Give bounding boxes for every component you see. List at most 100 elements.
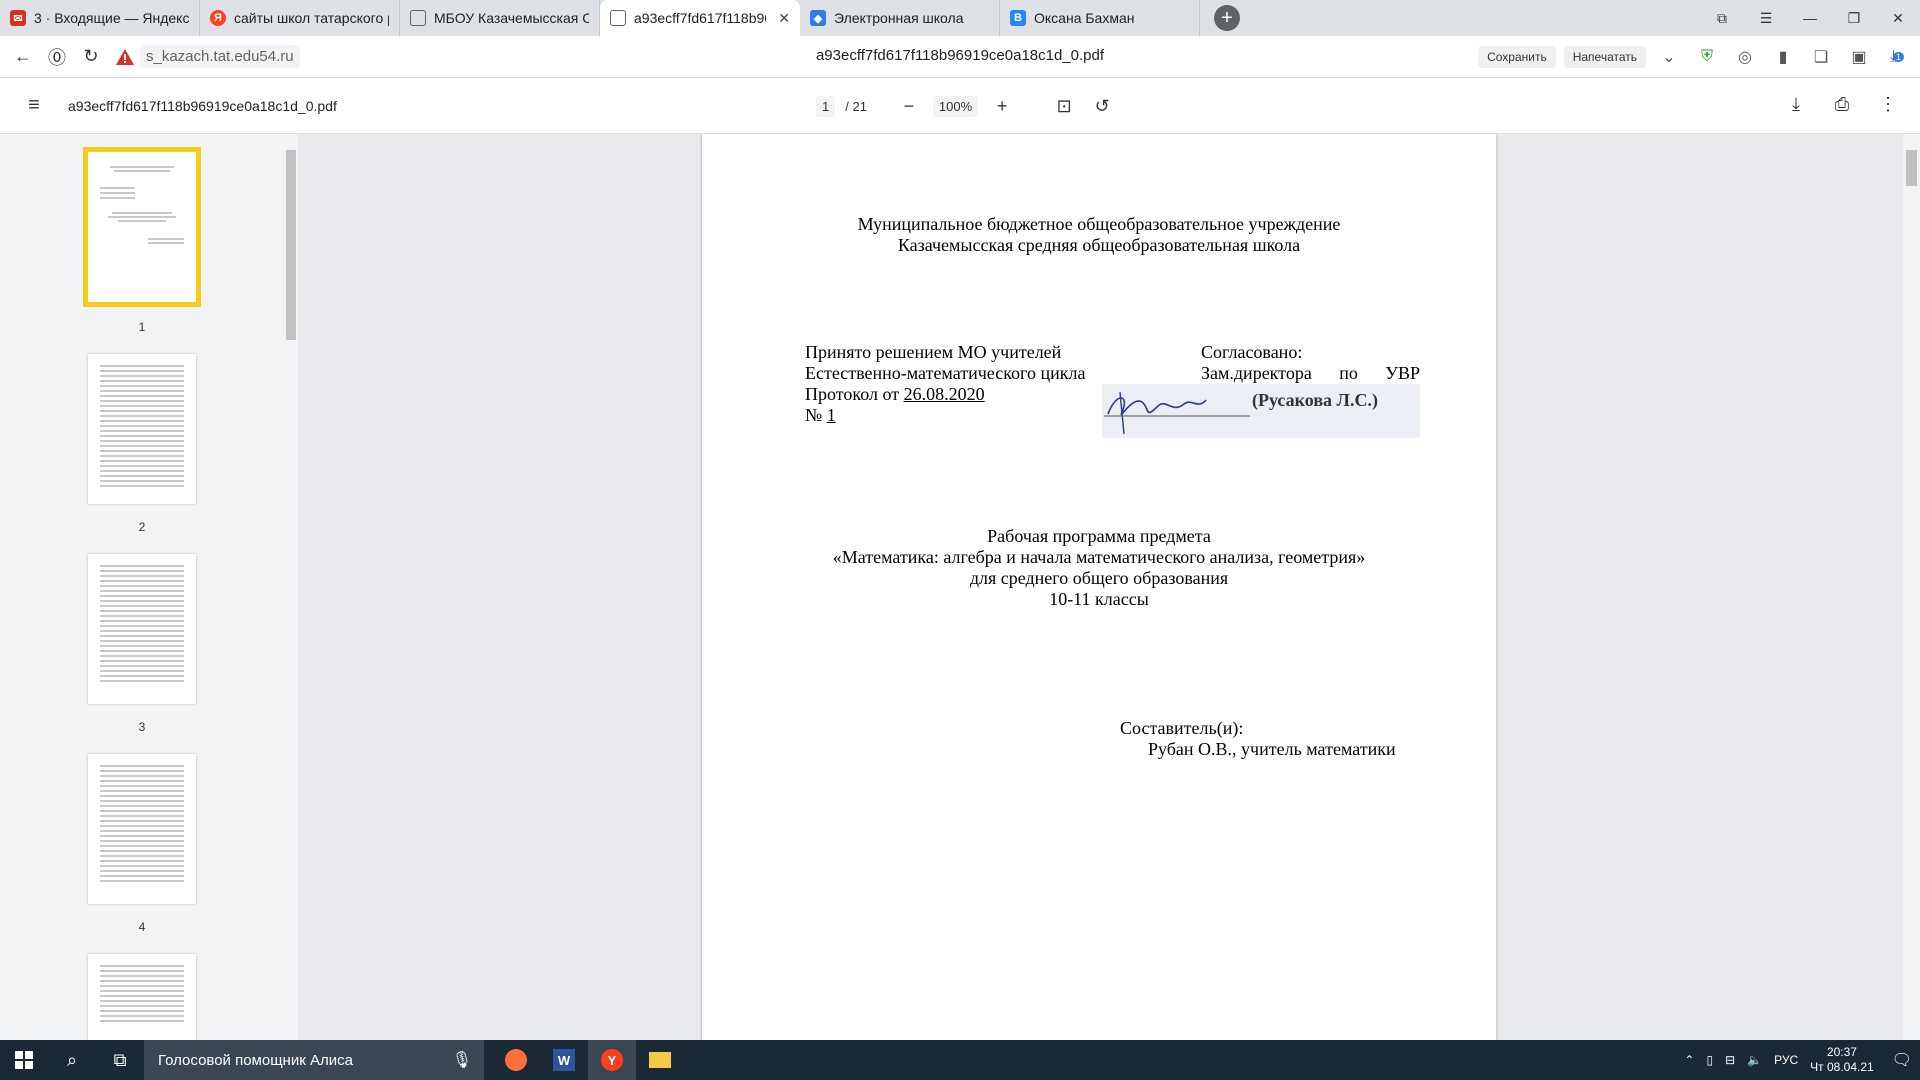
new-tab-button[interactable]: +: [1214, 5, 1240, 31]
language-indicator[interactable]: РУС: [1774, 1053, 1798, 1067]
thumbnail-number: 2: [138, 520, 146, 534]
protocol-date: 26.08.2020: [903, 384, 985, 404]
address-actions: Сохранить Напечатать ⌄ ⛨ ◎ ▮ ❏ ▣ ⤓1: [1478, 40, 1912, 74]
document-icon: [410, 10, 426, 26]
thumbnail-sidebar: 1 2 3 4: [0, 134, 298, 1040]
url-host[interactable]: s_kazach.tat.edu54.ru: [140, 45, 300, 68]
url-field[interactable]: s_kazach.tat.edu54.ru: [116, 45, 300, 68]
network-icon[interactable]: ⊟: [1725, 1053, 1735, 1067]
volume-icon[interactable]: 🔈: [1747, 1053, 1762, 1067]
hamburger-menu-icon[interactable]: ≡: [14, 94, 54, 117]
author-label: Составитель(и):: [1120, 718, 1244, 738]
reload-button[interactable]: ↻: [74, 40, 108, 74]
chevron-up-icon[interactable]: ⌃: [1684, 1053, 1694, 1067]
fit-page-icon[interactable]: ⊡: [1050, 92, 1078, 120]
search-icon[interactable]: ⌕: [48, 1040, 96, 1080]
tab-mail[interactable]: ✉ 3 · Входящие — Яндекс.Почта: [0, 0, 200, 36]
file-explorer-icon[interactable]: [636, 1040, 684, 1080]
program-grades: 10-11 классы: [1049, 589, 1149, 609]
downloads-badge: 1: [1893, 52, 1905, 62]
warning-icon[interactable]: [116, 48, 134, 66]
pdf-page-controls: 1 / 21 − 100% + ⊡ ↺: [816, 92, 1116, 120]
pdf-viewer: Муниципальное бюджетное общеобразователь…: [298, 134, 1920, 1040]
pdf-actions: ⤓ ⎙ ⋮: [1782, 90, 1902, 118]
viewer-scrollbar[interactable]: [1903, 134, 1920, 1040]
menu-icon[interactable]: ☰: [1744, 10, 1788, 27]
clock-date: Чт 08.04.21: [1810, 1060, 1874, 1074]
thumbnail-number: 1: [138, 320, 146, 334]
org-name-line2: Казачемысская средняя общеобразовательна…: [897, 235, 1301, 255]
microphone-icon[interactable]: 🎙: [452, 1050, 472, 1070]
sidebar-scrollbar-thumb[interactable]: [286, 150, 296, 340]
chevron-down-icon[interactable]: ⌄: [1654, 42, 1684, 72]
close-window-button[interactable]: ✕: [1876, 10, 1920, 27]
vk-icon: В: [1010, 10, 1026, 26]
alice-search-box[interactable]: Голосовой помощник Алиса 🎙: [144, 1040, 484, 1080]
tab-yandex-search[interactable]: Я сайты школ татарского ра: [200, 0, 400, 36]
collections-icon[interactable]: ❏: [1806, 42, 1836, 72]
download-icon[interactable]: ⤓: [1782, 90, 1810, 118]
program-title-line2: «Математика: алгебра и начала математиче…: [832, 547, 1366, 567]
tab-pdf-active[interactable]: a93ecff7fd617f118b9691 ✕: [600, 0, 800, 36]
mail-icon: ✉: [10, 10, 26, 26]
firefox-icon[interactable]: [492, 1040, 540, 1080]
signature-name: (Русакова Л.С.): [1252, 390, 1378, 410]
thumbnail-number: 3: [138, 720, 146, 734]
word-icon[interactable]: W: [540, 1040, 588, 1080]
thumbnail-page-5[interactable]: [88, 954, 196, 1040]
print-button[interactable]: Напечатать: [1563, 46, 1646, 68]
viewer-scrollbar-thumb[interactable]: [1906, 150, 1917, 186]
zoom-out-icon[interactable]: −: [895, 92, 923, 120]
print-icon[interactable]: ⎙: [1828, 90, 1856, 118]
minimize-button[interactable]: —: [1788, 10, 1832, 26]
protocol-number: 1: [826, 405, 836, 425]
downloads-icon[interactable]: ⤓1: [1882, 42, 1912, 72]
approval-line2: Естественно-математического цикла: [805, 363, 1086, 383]
extension-icon[interactable]: ▣: [1844, 42, 1874, 72]
deputy-dept: УВР: [1385, 363, 1420, 383]
bookmark-icon[interactable]: ▮: [1768, 42, 1798, 72]
zoom-input[interactable]: 100%: [932, 95, 979, 117]
zoom-in-icon[interactable]: +: [988, 92, 1016, 120]
back-button[interactable]: ←: [6, 40, 40, 74]
system-tray: ⌃ ▯ ⊟ 🔈 РУС 20:37 Чт 08.04.21 🗨: [1684, 1040, 1920, 1080]
page-number-input[interactable]: 1: [816, 95, 836, 117]
vpn-icon[interactable]: ◎: [1730, 42, 1760, 72]
screen: ✉ 3 · Входящие — Яндекс.Почта Я сайты шк…: [0, 0, 1920, 1080]
more-options-icon[interactable]: ⋮: [1874, 90, 1902, 118]
thumbnail-page-2[interactable]: [88, 354, 196, 504]
rotate-icon[interactable]: ↺: [1088, 92, 1116, 120]
thumbnail-number: 4: [138, 920, 146, 934]
restore-button[interactable]: ❐: [1832, 10, 1876, 27]
tabs-manager-icon[interactable]: ⧉: [1700, 10, 1744, 27]
protect-icon[interactable]: ⓪: [40, 40, 74, 74]
tab-school-site[interactable]: МБОУ Казачемысская СОШ: [400, 0, 600, 36]
tab-electronic-school[interactable]: ◆ Электронная школа: [800, 0, 1000, 36]
tab-strip: ✉ 3 · Входящие — Яндекс.Почта Я сайты шк…: [0, 0, 1920, 36]
shield-icon[interactable]: ⛨: [1692, 42, 1722, 72]
yandex-browser-icon[interactable]: Y: [588, 1040, 636, 1080]
task-view-icon[interactable]: ⧉: [96, 1040, 144, 1080]
org-name-line1: Муниципальное бюджетное общеобразователь…: [857, 214, 1341, 234]
thumbnail-page-1[interactable]: [83, 147, 201, 307]
tab-vk[interactable]: В Оксана Бахман: [1000, 0, 1200, 36]
alice-label: Голосовой помощник Алиса: [158, 1051, 353, 1069]
protocol-line: Протокол от 26.08.2020: [805, 384, 985, 405]
protocol-prefix: Протокол от: [805, 384, 904, 404]
clock-time: 20:37: [1826, 1045, 1857, 1059]
deputy-title: Зам.директора: [1201, 363, 1312, 383]
windows-start-icon[interactable]: [0, 1040, 48, 1080]
clock[interactable]: 20:37 Чт 08.04.21: [1810, 1045, 1874, 1075]
agreed-label: Согласовано:: [1201, 342, 1303, 362]
pdf-page: Муниципальное бюджетное общеобразователь…: [702, 134, 1496, 1040]
notifications-icon[interactable]: 🗨: [1892, 1050, 1912, 1070]
device-icon[interactable]: ▯: [1706, 1053, 1713, 1067]
close-tab-icon[interactable]: ✕: [778, 10, 790, 27]
program-title-line3: для среднего общего образования: [969, 568, 1229, 588]
thumbnail-page-3[interactable]: [88, 554, 196, 704]
protocol-number-line: № 1: [805, 405, 836, 426]
thumbnail-page-4[interactable]: [88, 754, 196, 904]
signature-image: (Русакова Л.С.): [1102, 384, 1420, 438]
deputy-line: Зам.директора по УВР: [1201, 363, 1420, 384]
save-button[interactable]: Сохранить: [1478, 46, 1556, 68]
